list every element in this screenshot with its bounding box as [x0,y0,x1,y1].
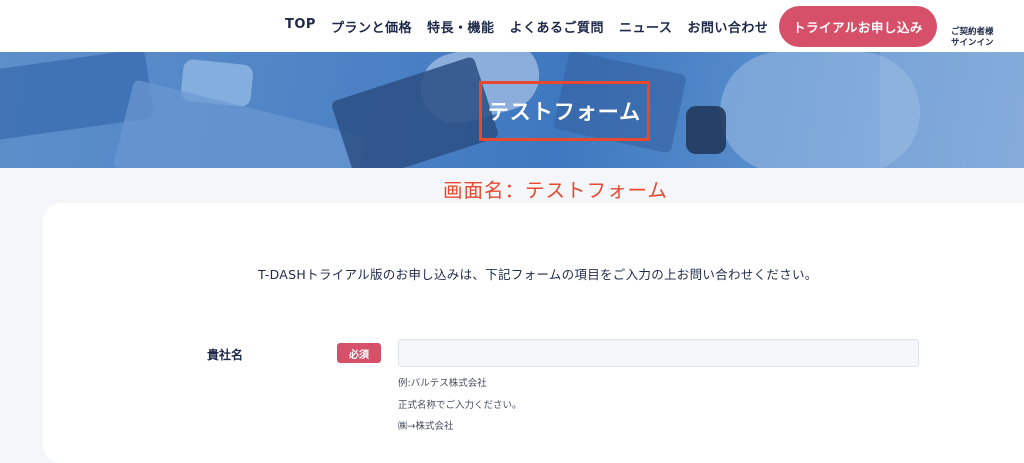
trial-signup-button[interactable]: トライアルお申し込み [779,6,937,47]
site-header: TOP プランと価格 特長・機能 よくあるご質問 ニュース お問い合わせ トライ… [0,0,1024,52]
form-card [43,203,1024,463]
nav-item-contact[interactable]: お問い合わせ [687,17,768,36]
nav-item-plans[interactable]: プランと価格 [331,17,412,36]
company-name-hint: 例:バルテス株式会社 [398,378,487,389]
company-name-hint: ㈱→株式会社 [398,421,454,432]
nav-item-news[interactable]: ニュース [619,17,672,36]
page-title: テストフォーム [487,100,642,124]
signin-link[interactable]: ご契約者様 サインイン [951,27,994,49]
hero-keyboard-shape [330,55,500,168]
required-badge: 必須 [337,343,381,363]
nav-item-features[interactable]: 特長・機能 [427,17,495,36]
hero-watch-shape [686,106,726,154]
hero-title-highlight: テストフォーム [479,81,650,141]
company-name-label: 貴社名 [207,348,244,362]
form-intro-text: T-DASHトライアル版のお申し込みは、下記フォームの項目をご入力の上お問い合わ… [258,267,818,282]
signin-line-2: サインイン [951,38,994,48]
nav-item-top[interactable]: TOP [285,17,316,36]
company-name-input[interactable] [398,339,919,367]
hero-arm-shape [720,52,920,168]
screen-name-annotation: 画面名：テストフォーム [443,179,668,202]
main-nav: TOP プランと価格 特長・機能 よくあるご質問 ニュース お問い合わせ [285,17,783,36]
signin-line-1: ご契約者様 [951,27,994,37]
nav-item-faq[interactable]: よくあるご質問 [509,17,604,36]
company-name-hint: 正式名称でご入力ください。 [398,400,522,411]
